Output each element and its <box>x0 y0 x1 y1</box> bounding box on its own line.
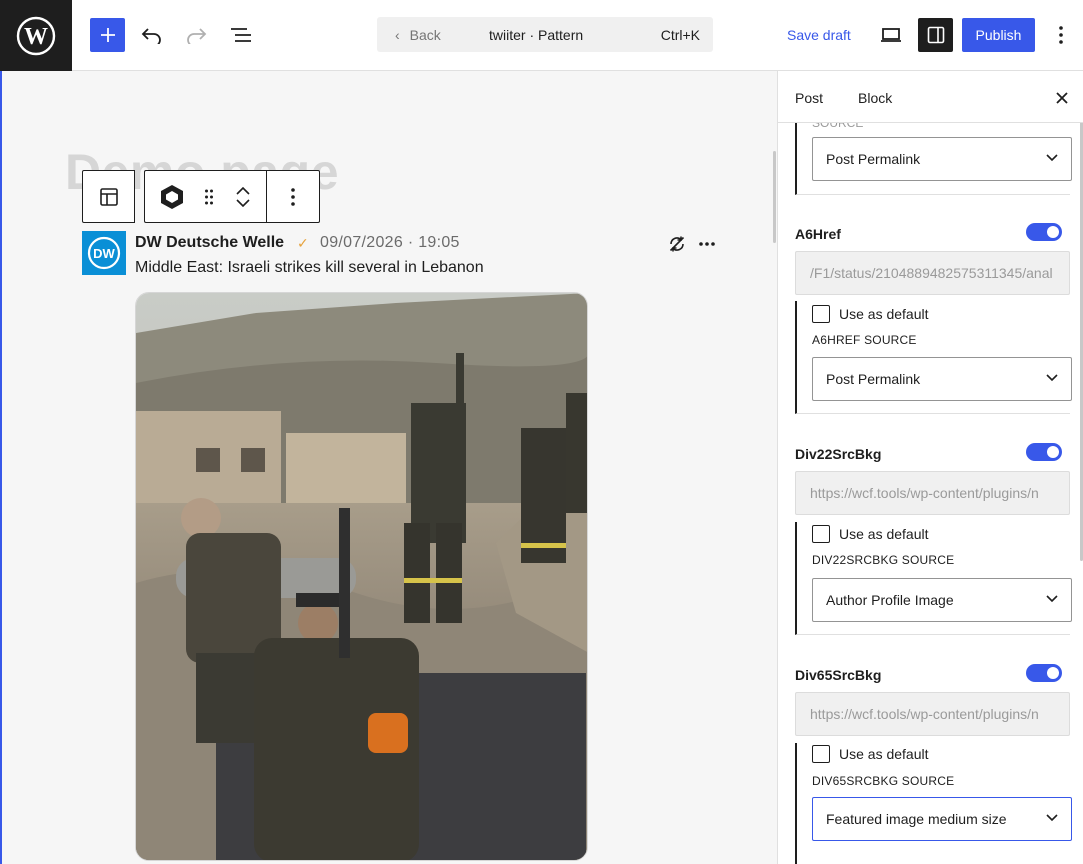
svg-text:W: W <box>24 24 48 50</box>
desktop-icon <box>881 28 901 42</box>
source-label: DIV65SRCBKG SOURCE <box>812 774 955 788</box>
canvas-scrollbar[interactable] <box>773 151 776 243</box>
options-menu-button[interactable] <box>1048 20 1074 50</box>
source-select[interactable]: Author Profile Image <box>812 578 1072 622</box>
tweet-date: 09/07/2026 · 19:05 <box>320 234 460 251</box>
document-title: twiiter · Pattern <box>489 27 584 43</box>
field-toggle[interactable] <box>1026 223 1062 241</box>
checkbox[interactable] <box>812 305 830 323</box>
use-default-checkbox-row[interactable]: Use as default <box>812 745 929 763</box>
publish-button[interactable]: Publish <box>962 18 1035 52</box>
horizontal-ellipsis-icon <box>699 242 715 246</box>
chevron-left-icon: ‹ <box>395 27 400 43</box>
select-value: Author Profile Image <box>826 592 954 608</box>
block-options-button[interactable] <box>266 170 320 223</box>
editor-header: W ‹ Back twiiter · Pattern Ctrl+K Save d… <box>0 0 1083 71</box>
field-value-input[interactable]: /F1/status/2104889482575311345/anal <box>795 251 1070 295</box>
avatar-text: DW <box>93 246 115 261</box>
tab-post[interactable]: Post <box>795 90 823 106</box>
redo-icon <box>187 28 207 44</box>
pattern-block-button[interactable] <box>145 184 199 210</box>
close-icon <box>1056 92 1068 104</box>
avatar: DW <box>82 231 126 275</box>
undo-icon <box>141 28 161 44</box>
use-default-checkbox-row[interactable]: Use as default <box>812 525 929 543</box>
field-toggle[interactable] <box>1026 664 1062 682</box>
editor-canvas[interactable]: Demo page <box>0 71 777 864</box>
sidebar-tabs: Post Block <box>778 71 1083 123</box>
document-overview-button[interactable] <box>226 20 256 50</box>
checkbox[interactable] <box>812 745 830 763</box>
field-a6href-options: Use as default A6HREF SOURCE Post Permal… <box>795 301 1072 414</box>
list-view-icon <box>231 28 251 42</box>
tab-block[interactable]: Block <box>858 90 892 106</box>
redo-button[interactable] <box>181 20 211 50</box>
source-label: DIV22SRCBKG SOURCE <box>812 553 955 567</box>
add-block-button[interactable] <box>90 18 125 52</box>
command-palette-bar[interactable]: ‹ Back twiiter · Pattern Ctrl+K <box>377 17 713 52</box>
chevron-down-icon[interactable] <box>236 198 250 207</box>
field-div22srcbkg-options: Use as default DIV22SRCBKG SOURCE Author… <box>795 522 1072 635</box>
preview-button[interactable] <box>876 20 906 50</box>
move-buttons <box>220 186 266 207</box>
wordpress-logo-icon[interactable]: W <box>0 0 72 71</box>
checkbox-label: Use as default <box>839 746 929 762</box>
tweet-text: Middle East: Israeli strikes kill severa… <box>135 259 484 276</box>
checkbox-label: Use as default <box>839 306 929 322</box>
back-link[interactable]: ‹ Back <box>395 27 441 43</box>
template-icon <box>99 187 118 206</box>
close-sidebar-button[interactable] <box>1050 87 1074 109</box>
block-controls-group <box>144 170 266 223</box>
chevron-down-icon <box>1046 374 1058 382</box>
select-value: Post Permalink <box>826 371 921 387</box>
undo-button[interactable] <box>137 20 167 50</box>
source-select[interactable]: Featured image medium size <box>812 797 1072 841</box>
block-toolbar <box>82 170 320 223</box>
checkbox[interactable] <box>812 525 830 543</box>
field-value-input[interactable]: https://wcf.tools/wp-content/plugins/n <box>795 692 1070 736</box>
settings-sidebar: Post Block A5HREF SOURCE Post Permalink … <box>777 71 1083 864</box>
sync-off-icon <box>669 236 685 252</box>
drag-handle[interactable] <box>199 188 221 206</box>
field-value-input[interactable]: https://wcf.tools/wp-content/plugins/n <box>795 471 1070 515</box>
field-div65srcbkg-options: Use as default DIV65SRCBKG SOURCE Featur… <box>795 743 1072 864</box>
sidebar-icon <box>927 26 944 44</box>
hexagon-pattern-icon <box>160 184 183 209</box>
chevron-down-icon <box>1046 814 1058 822</box>
chevron-down-icon <box>1046 595 1058 603</box>
save-draft-button[interactable]: Save draft <box>787 27 851 43</box>
select-value: Post Permalink <box>826 151 921 167</box>
checkbox-label: Use as default <box>839 526 929 542</box>
settings-sidebar-toggle[interactable] <box>918 18 953 52</box>
drag-dots-icon <box>205 189 214 204</box>
source-select[interactable]: Post Permalink <box>812 137 1072 181</box>
back-label: Back <box>409 27 441 43</box>
vertical-ellipsis-icon <box>291 187 295 206</box>
chevron-down-icon <box>1046 154 1058 162</box>
chevron-up-icon[interactable] <box>236 186 250 195</box>
verified-icon: ✓ <box>297 235 309 251</box>
field-label: Div65SrcBkg <box>795 667 882 683</box>
sync-button[interactable] <box>665 232 689 256</box>
block-parent-selector[interactable] <box>82 170 135 223</box>
source-label: A6HREF SOURCE <box>812 333 917 347</box>
field-toggle[interactable] <box>1026 443 1062 461</box>
select-value: Featured image medium size <box>826 811 1007 827</box>
field-label: Div22SrcBkg <box>795 446 882 462</box>
vertical-ellipsis-icon <box>1059 26 1063 44</box>
tweet-more-button[interactable] <box>696 232 718 256</box>
tweet-photo <box>135 292 588 861</box>
use-default-checkbox-row[interactable]: Use as default <box>812 305 929 323</box>
field-label: A6Href <box>795 226 841 242</box>
source-select[interactable]: Post Permalink <box>812 357 1072 401</box>
plus-icon <box>100 28 115 42</box>
field-a5href-source: A5HREF SOURCE Post Permalink <box>795 111 1072 195</box>
command-shortcut: Ctrl+K <box>660 27 700 43</box>
tweet-author: DW Deutsche Welle <box>135 234 285 251</box>
